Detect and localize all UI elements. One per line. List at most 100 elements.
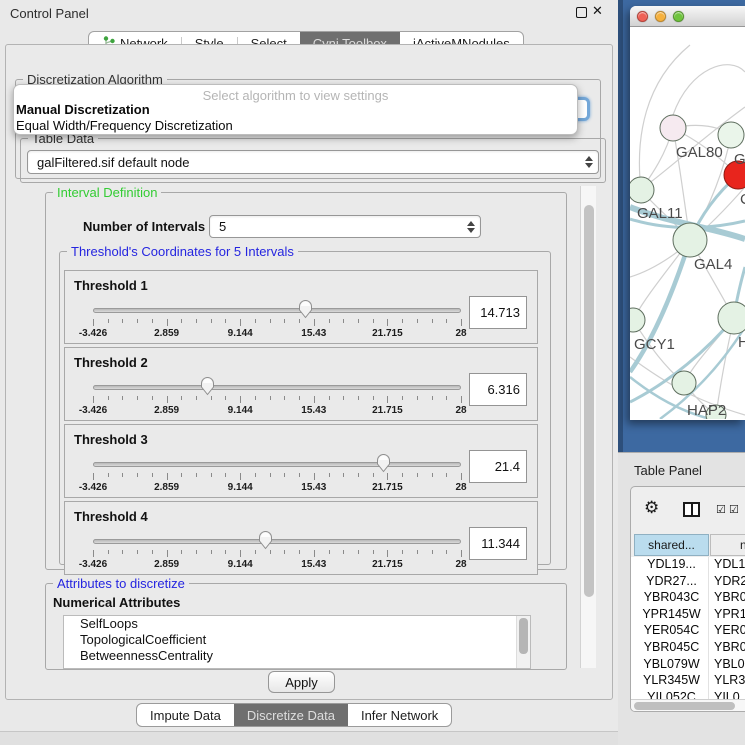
threshold-slider-thumb[interactable] — [200, 376, 215, 396]
cell-shared-name[interactable]: YBR045C — [634, 640, 709, 654]
checkbox-icon[interactable]: ☑ — [729, 503, 739, 516]
slider-tick — [240, 550, 241, 557]
network-view-panel: GAL80GACGAL11GAL4GCY1HHAP2 — [618, 0, 745, 452]
slider-tick — [211, 396, 212, 400]
table-row[interactable]: YIL052C YIL0 — [631, 690, 745, 699]
network-window: GAL80GACGAL11GAL4GCY1HHAP2 — [630, 6, 745, 420]
scrollbar-thumb[interactable] — [634, 702, 735, 710]
table-panel-title: Table Panel — [634, 463, 702, 478]
cell-name[interactable]: YIL0 — [714, 690, 740, 699]
minimize-window-icon[interactable] — [655, 11, 666, 22]
slider-tick — [358, 396, 359, 400]
table-row[interactable]: YDL19... YDL1 — [631, 557, 745, 574]
table-h-scrollbar[interactable] — [631, 699, 745, 712]
scrollbar-thumb[interactable] — [519, 618, 528, 654]
table-row[interactable]: YER054C YER0 — [631, 623, 745, 640]
gear-icon[interactable]: ⚙ — [644, 498, 659, 518]
threshold-slider-track[interactable] — [93, 539, 461, 544]
slider-tick — [225, 473, 226, 477]
numerical-attributes-list[interactable]: SelfLoopsTopologicalCoefficientBetweenne… — [63, 615, 531, 669]
slider-tick-label: 15.43 — [290, 328, 338, 339]
close-window-icon[interactable] — [637, 11, 648, 22]
popup-option-manual-discretization[interactable]: Manual Discretization — [16, 102, 150, 117]
slider-tick — [402, 319, 403, 323]
table-data-group: Table Data galFiltered.sif default node — [20, 138, 606, 183]
scrollbar-thumb[interactable] — [584, 205, 594, 597]
cell-shared-name[interactable]: YBL079W — [634, 657, 709, 671]
threshold-slider-thumb[interactable] — [258, 530, 273, 550]
cell-name[interactable]: YBR0 — [714, 640, 745, 654]
cell-shared-name[interactable]: YIL052C — [634, 690, 709, 699]
slider-tick — [314, 319, 315, 326]
attribute-list-item[interactable]: TopologicalCoefficient — [64, 632, 530, 648]
table-row[interactable]: YPR145W YPR1 — [631, 607, 745, 624]
cell-shared-name[interactable]: YDR27... — [634, 574, 709, 588]
cell-name[interactable]: YDR2 — [714, 574, 745, 588]
attribute-list-item[interactable]: SelfLoops — [64, 616, 530, 632]
cell-name[interactable]: YPR1 — [714, 607, 745, 621]
cell-name[interactable]: YBR0 — [714, 590, 745, 604]
slider-tick — [343, 473, 344, 477]
tab-impute-data[interactable]: Impute Data — [137, 704, 234, 726]
table-row[interactable]: YBR043C YBR0 — [631, 590, 745, 607]
cell-shared-name[interactable]: YLR345W — [634, 673, 709, 687]
table-row[interactable]: YBL079W YBL0 — [631, 657, 745, 674]
threshold-slider-thumb[interactable] — [298, 299, 313, 319]
network-node[interactable] — [718, 302, 745, 334]
network-window-titlebar[interactable] — [630, 6, 745, 27]
cell-name[interactable]: YLR3 — [714, 673, 745, 687]
threshold-slider-track[interactable] — [93, 308, 461, 313]
slider-tick-label: 9.144 — [216, 559, 264, 570]
network-canvas[interactable]: GAL80GACGAL11GAL4GCY1HHAP2 — [630, 27, 745, 419]
threshold-slider-thumb[interactable] — [376, 453, 391, 473]
network-node[interactable] — [673, 223, 707, 257]
network-node-label: GAL4 — [694, 256, 732, 273]
cell-shared-name[interactable]: YER054C — [634, 623, 709, 637]
zoom-window-icon[interactable] — [673, 11, 684, 22]
list-scrollbar[interactable] — [516, 616, 530, 668]
checkbox-icon[interactable]: ☑ — [716, 503, 726, 516]
attribute-list-item[interactable]: BetweennessCentrality — [64, 648, 530, 664]
slider-tick — [108, 319, 109, 323]
cell-name[interactable]: YER0 — [714, 623, 745, 637]
threshold-slider-track[interactable] — [93, 385, 461, 390]
popup-option-equal-width-frequency[interactable]: Equal Width/Frequency Discretization — [16, 118, 233, 133]
cell-shared-name[interactable]: YPR145W — [634, 607, 709, 621]
table-row[interactable]: YDR27... YDR2 — [631, 574, 745, 591]
slider-tick-label: 28 — [437, 559, 485, 570]
number-of-intervals-combo[interactable]: 5 — [209, 215, 481, 238]
cell-shared-name[interactable]: YDL19... — [634, 557, 709, 571]
slider-tick — [461, 473, 462, 480]
threshold-value-field[interactable]: 14.713 — [469, 296, 527, 329]
popup-hint: Select algorithm to view settings — [14, 88, 577, 103]
network-node[interactable] — [672, 371, 696, 395]
float-panel-icon[interactable] — [576, 7, 587, 18]
network-node[interactable] — [660, 115, 686, 141]
slider-tick — [432, 396, 433, 400]
settings-scrollbar[interactable] — [580, 186, 596, 668]
network-node[interactable] — [630, 177, 654, 203]
apply-button[interactable]: Apply — [268, 671, 335, 693]
column-header-name[interactable]: name — [710, 534, 745, 556]
threshold-value-field[interactable]: 6.316 — [469, 373, 527, 406]
tab-infer-network[interactable]: Infer Network — [348, 704, 451, 726]
threshold-value-field[interactable]: 21.4 — [469, 450, 527, 483]
numerical-attributes-label: Numerical Attributes — [53, 595, 180, 610]
bottom-tab-bar: Impute Data Discretize Data Infer Networ… — [136, 703, 452, 727]
threshold-slider-track[interactable] — [93, 462, 461, 467]
table-row[interactable]: YBR045C YBR0 — [631, 640, 745, 657]
column-header-shared-name[interactable]: shared... — [634, 534, 709, 556]
table-row[interactable]: YLR345W YLR3 — [631, 673, 745, 690]
slider-tick — [167, 550, 168, 557]
cell-shared-name[interactable]: YBR043C — [634, 590, 709, 604]
threshold-value-field[interactable]: 11.344 — [469, 527, 527, 560]
close-icon[interactable]: ✕ — [592, 3, 603, 19]
slider-tick — [122, 473, 123, 477]
slider-tick — [299, 550, 300, 554]
network-node[interactable] — [630, 308, 645, 332]
cell-name[interactable]: YDL1 — [714, 557, 745, 571]
tab-discretize-data[interactable]: Discretize Data — [234, 704, 348, 726]
table-data-combo[interactable]: galFiltered.sif default node — [27, 150, 599, 174]
split-columns-icon[interactable] — [683, 502, 700, 517]
cell-name[interactable]: YBL0 — [714, 657, 745, 671]
